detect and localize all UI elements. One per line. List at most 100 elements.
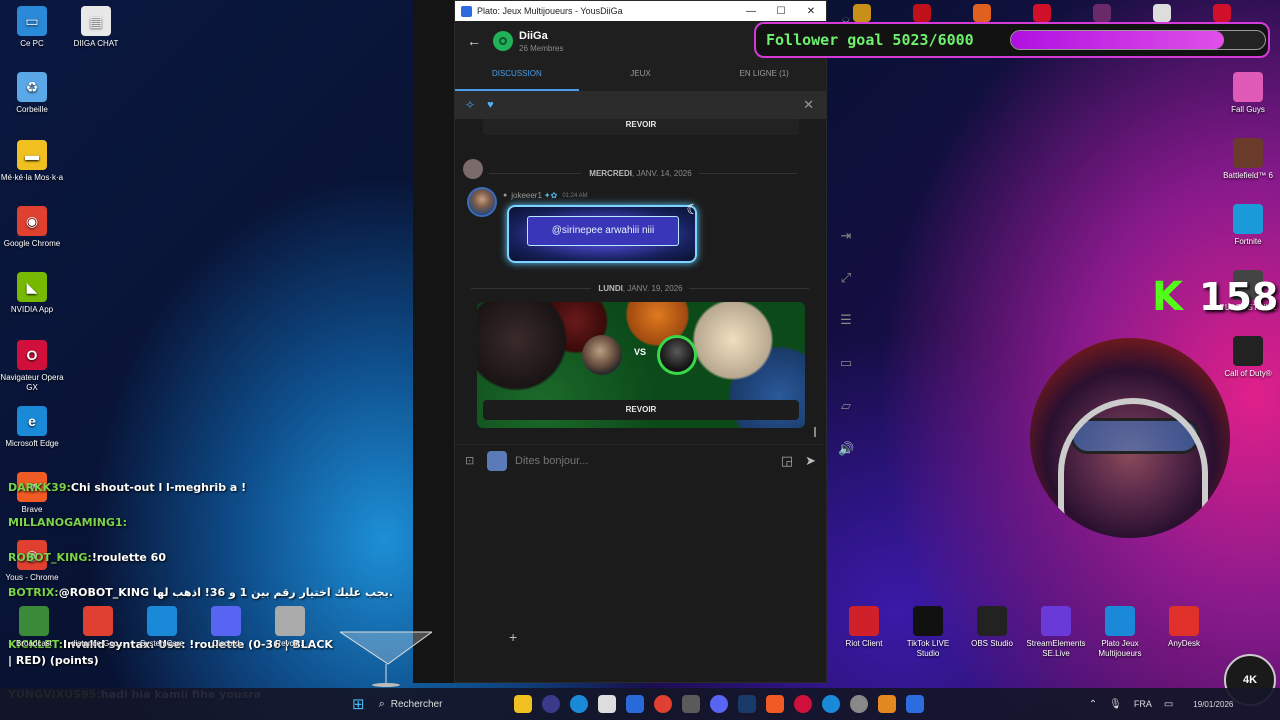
revoir-button-1[interactable]: REVOIR [483,119,799,135]
close-pin-icon[interactable]: ✕ [803,97,814,113]
game-icon-2[interactable]: Fortnite [1216,204,1280,247]
desktop-icon-label: Mé·ké·la Mos·k·a [0,173,64,182]
tab-jeux[interactable]: JEUX [579,61,703,91]
desktop-icon-7[interactable]: e Microsoft Edge [0,406,64,449]
desktop-icon-icon: ▭ [17,6,47,36]
send-icon[interactable]: ➤ [805,453,816,469]
window-titlebar[interactable]: Plato: Jeux Multijoueurs - YousDiiGa — ☐… [455,1,826,21]
app-icon-1[interactable]: TikTok LIVE Studio [896,606,960,659]
maximize-button[interactable]: ☐ [766,6,796,17]
stream-chat-user: ROBOT_KING: [8,551,92,564]
mail-icon[interactable] [625,695,644,713]
plato-taskbar-icon[interactable] [905,695,924,713]
desktop-bottom-icon-2[interactable]: SystemCare [130,606,194,649]
game-icon-icon [1233,204,1263,234]
app-icon-4[interactable]: Plato Jeux Multijoueurs [1088,606,1152,659]
language-indicator[interactable]: FRA [1134,699,1152,709]
sliders-icon[interactable]: ☰ [838,312,854,328]
keyboard-icon[interactable]: ▭ [838,355,854,371]
app-icon-icon [1041,606,1071,636]
tab-bar: DISCUSSION JEUX EN LIGNE (1) [455,61,826,91]
revoir-button-2[interactable]: REVOIR [483,400,799,420]
cortana-icon[interactable] [541,695,560,713]
obs-taskbar-icon[interactable] [877,695,896,713]
stream-chat-message: BOTRIX:@ROBOT_KING يجب عليك اختيار رقم ب… [8,586,393,599]
tag-icon[interactable]: ▱ [838,398,854,414]
app-icon-icon [977,606,1007,636]
edge-icon[interactable] [569,695,588,713]
app-icon-label: StreamElements SE.Live [1026,639,1086,658]
pin-icon[interactable]: ✧ [465,98,475,112]
app-icon-2[interactable]: OBS Studio [960,606,1024,649]
desktop-icon-1[interactable]: ▤ DIIGA CHAT [64,6,128,49]
settings-icon[interactable] [849,695,868,713]
message-input[interactable] [515,454,781,467]
cursor-crosshair-icon: + [509,629,518,645]
brave-taskbar-icon[interactable] [765,695,784,713]
message-author[interactable]: jokeeer1 [511,191,542,200]
gamepad-taskbar-icon[interactable] [681,695,700,713]
desktop-icon-3[interactable]: ▬ Mé·ké·la Mos·k·a [0,140,64,183]
app-icon-3[interactable]: StreamElements SE.Live [1024,606,1088,659]
game-icon-4[interactable]: Call of Duty® [1216,336,1280,379]
minimize-button[interactable]: — [736,6,766,17]
taskbar-search-icon[interactable]: ⌕ [379,698,385,711]
desktop-bottom-icon-3[interactable]: Discord [194,606,258,649]
back-arrow-icon[interactable]: ← [467,33,489,49]
sticker-icon[interactable]: ◲ [781,453,793,469]
camera-icon[interactable]: ⊡ [465,454,483,467]
desktop-bottom-icon-1[interactable]: distance Goo... [66,606,130,649]
desktop-icon-label: Google Chrome [3,239,61,248]
tab-en-ligne[interactable]: EN LIGNE (1) [702,61,826,91]
mic-icon[interactable]: 🎙 [1109,699,1122,710]
kick-counter: K 158 [1152,274,1278,320]
chat-scrollbar[interactable] [814,427,816,437]
steam-icon[interactable] [737,695,756,713]
tab-discussion[interactable]: DISCUSSION [455,61,579,91]
app-icon-label: OBS Studio [971,639,1013,648]
chrome-icon[interactable] [653,695,672,713]
chevron-up-icon[interactable]: ⌃ [1089,699,1097,710]
desktop-icon-label: Navigateur Opera GX [0,373,64,392]
desktop-icon-5[interactable]: ◣ NVIDIA App [0,272,64,315]
desktop-icon-2[interactable]: ♻ Corbeille [0,72,64,115]
opera-taskbar-icon[interactable] [793,695,812,713]
group-name[interactable]: DiiGa [519,30,563,42]
message-sticker[interactable]: @sirinepee arwahiii niii ☾ [507,201,699,263]
windows-start-icon[interactable]: ⊞ [352,695,365,713]
store-icon[interactable] [597,695,616,713]
message-input-bar: ⊡ ◲ ➤ [455,444,826,476]
webcam-feed [1030,338,1230,538]
game-icon-1[interactable]: Battlefield™ 6 [1216,138,1280,181]
desktop-icon-label: Corbeille [16,105,48,114]
side-toolbar: ☠ ⇥ ⤢ ☰ ▭ ▱ 🔊 [413,0,854,683]
gamepad-icon[interactable] [487,450,507,471]
ccleaner-icon[interactable] [821,695,840,713]
desktop-bottom-icon-label: SystemCare [139,639,184,648]
discord-taskbar-icon[interactable] [709,695,728,713]
game-result-card[interactable]: VS REVOIR [477,302,805,428]
expand-icon[interactable]: ⤢ [838,270,854,286]
desktop-icon-0[interactable]: ▭ Ce PC [0,6,64,49]
desktop-bottom-icon-0[interactable]: Broadcast [2,606,66,649]
network-icon[interactable]: ▭ [1164,699,1173,710]
desktop-icon-4[interactable]: ◉ Google Chrome [0,206,64,249]
taskbar-search[interactable]: Rechercher [391,699,509,710]
app-icon-0[interactable]: Riot Client [832,606,896,649]
desktop-icon-6[interactable]: O Navigateur Opera GX [0,340,64,393]
file-explorer-icon[interactable] [513,695,532,713]
group-avatar[interactable] [493,31,513,51]
close-button[interactable]: ✕ [796,6,826,17]
exit-icon[interactable]: ⇥ [838,228,854,244]
desktop-bottom-icon-icon [83,606,113,636]
desktop-bottom-icon-4[interactable]: Revoir... [258,606,322,649]
game-icon-0[interactable]: Fall Guys [1216,72,1280,115]
kick-count: 158 [1199,275,1279,319]
desktop-bottom-icon-icon [19,606,49,636]
top-game-icons [848,4,1268,22]
volume-icon[interactable]: 🔊 [838,441,854,457]
author-avatar[interactable] [467,187,497,217]
clock-date[interactable]: 19/01/2026 [1193,700,1233,709]
stream-chat-text: @ROBOT_KING يجب عليك اختيار رقم بين 1 و … [58,586,393,599]
app-icon-5[interactable]: AnyDesk [1152,606,1216,649]
